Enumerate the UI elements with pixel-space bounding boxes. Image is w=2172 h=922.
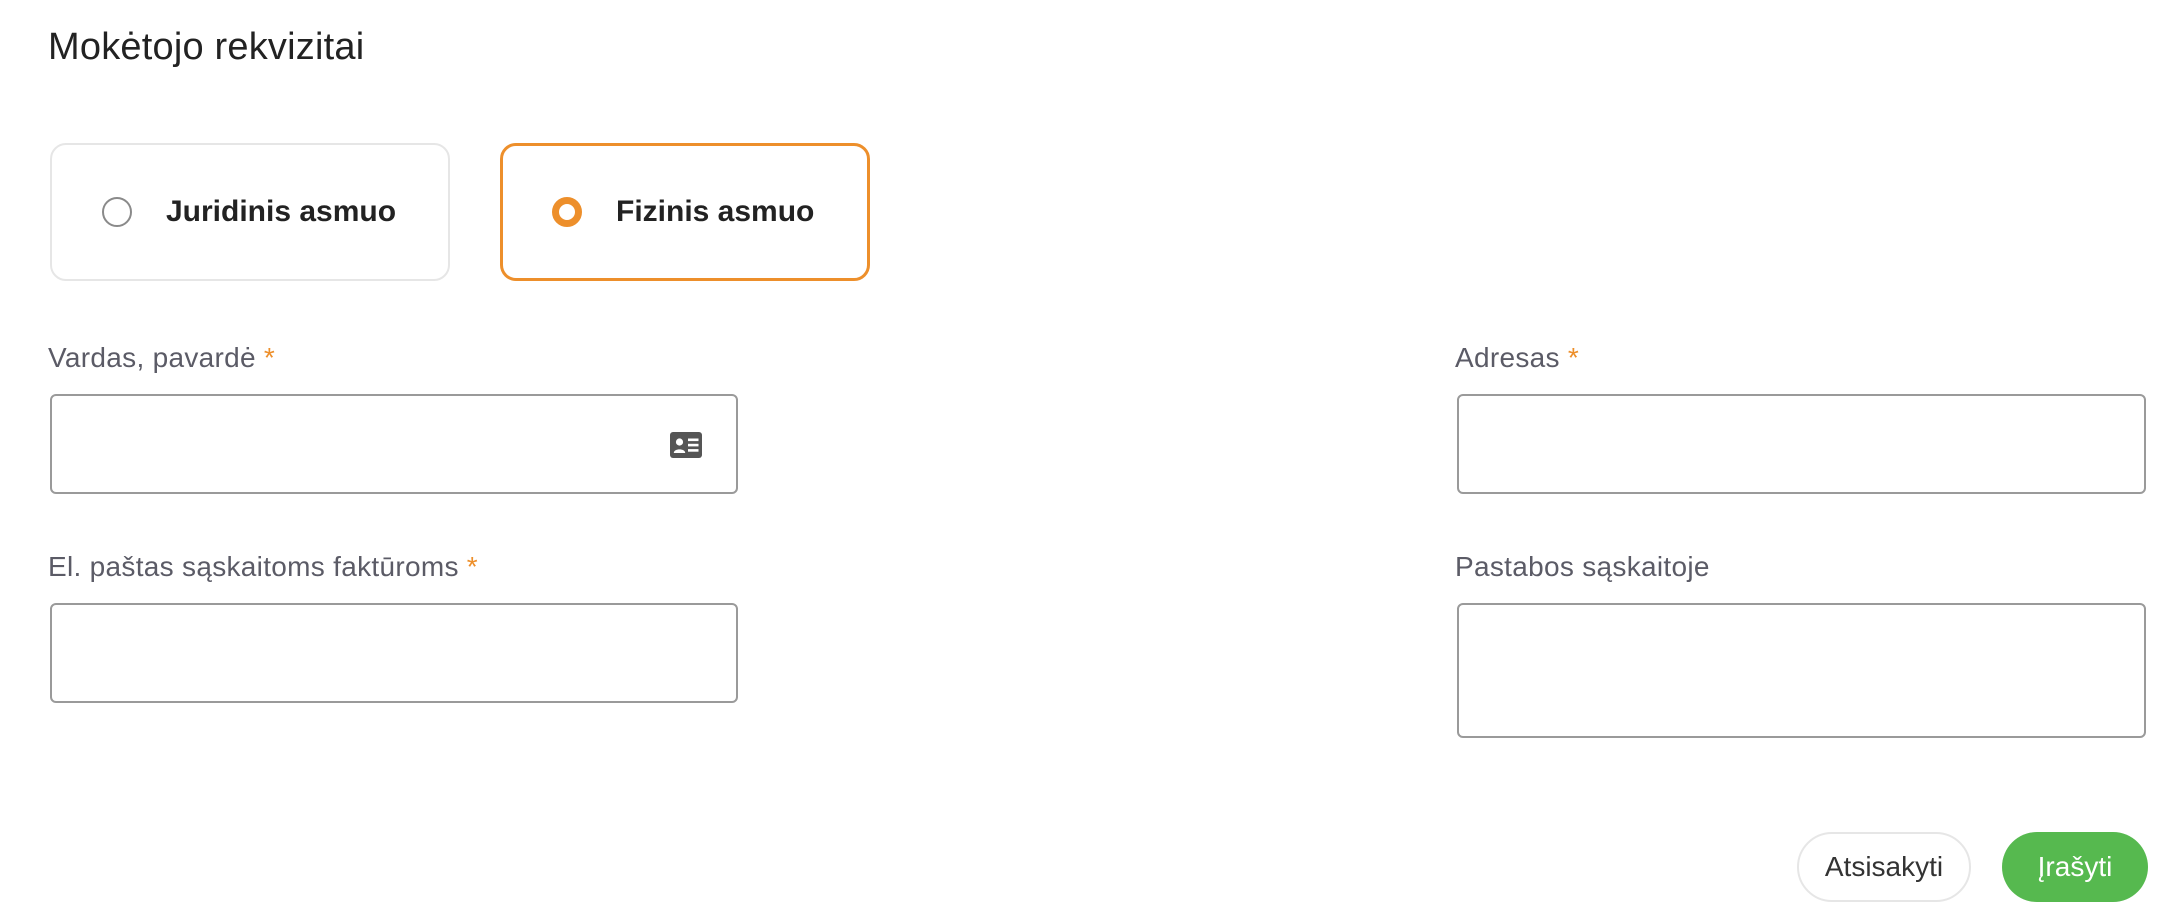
name-input-box	[50, 394, 738, 494]
address-label-text: Adresas	[1455, 342, 1560, 373]
name-input[interactable]	[52, 396, 736, 492]
email-input-box	[50, 603, 738, 703]
required-asterisk: *	[466, 551, 478, 582]
notes-field-label: Pastabos sąskaitoje	[1455, 551, 1710, 583]
payer-type-natural-person-option[interactable]: Fizinis asmuo	[500, 143, 870, 281]
notes-textarea[interactable]	[1459, 605, 2144, 736]
save-button[interactable]: Įrašyti	[2002, 832, 2148, 902]
radio-selected-icon[interactable]	[552, 197, 582, 227]
email-label-text: El. paštas sąskaitoms faktūroms	[48, 551, 459, 582]
address-input[interactable]	[1459, 396, 2144, 492]
radio-unselected-icon[interactable]	[102, 197, 132, 227]
notes-input-box	[1457, 603, 2146, 738]
notes-label-text: Pastabos sąskaitoje	[1455, 551, 1710, 582]
payer-details-form: Mokėtojo rekvizitai Juridinis asmuo Fizi…	[0, 0, 2172, 922]
cancel-button[interactable]: Atsisakyti	[1797, 832, 1971, 902]
payer-type-label: Fizinis asmuo	[616, 195, 815, 228]
email-input[interactable]	[52, 605, 736, 701]
payer-type-legal-entity-option[interactable]: Juridinis asmuo	[50, 143, 450, 281]
address-field-label: Adresas *	[1455, 342, 1579, 374]
payer-type-label: Juridinis asmuo	[166, 195, 397, 228]
required-asterisk: *	[1567, 342, 1580, 373]
page-title: Mokėtojo rekvizitai	[48, 26, 365, 68]
id-card-icon[interactable]	[670, 432, 702, 458]
address-input-box	[1457, 394, 2146, 494]
required-asterisk: *	[263, 342, 276, 373]
name-field-label: Vardas, pavardė *	[48, 342, 275, 374]
name-label-text: Vardas, pavardė	[48, 342, 256, 373]
email-field-label: El. paštas sąskaitoms faktūroms *	[48, 551, 478, 583]
